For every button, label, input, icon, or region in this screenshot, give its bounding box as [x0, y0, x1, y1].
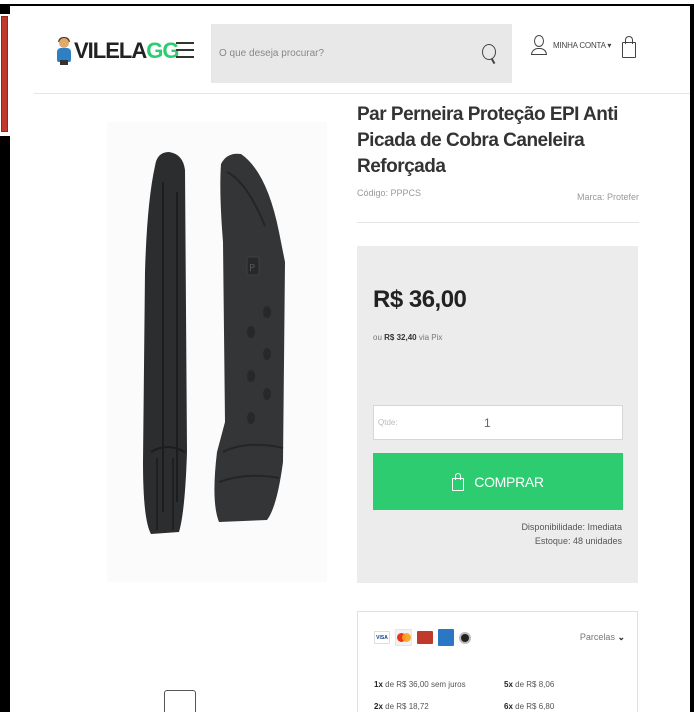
- availability-text: Disponibilidade: Imediata: [521, 522, 622, 532]
- buy-button-label: COMPRAR: [474, 473, 544, 490]
- elo-icon: [459, 631, 471, 644]
- search-input[interactable]: [211, 24, 471, 83]
- header-divider: [34, 93, 690, 94]
- site-header: VILELAGG MINHA CONTA ▾: [10, 6, 690, 92]
- product-image[interactable]: P: [107, 122, 327, 582]
- diners-icon: [417, 631, 433, 644]
- site-logo[interactable]: VILELAGG: [56, 37, 179, 65]
- price-box: R$ 36,00 ou R$ 32,40 via Pix Qtde: COMPR…: [357, 246, 638, 583]
- chevron-down-icon: ⌄: [617, 632, 625, 642]
- shopping-bag-icon[interactable]: [622, 36, 636, 58]
- availability-info: Disponibilidade: Imediata Estoque: 48 un…: [521, 520, 622, 548]
- image-thumbnail[interactable]: [164, 690, 196, 712]
- pix-price: ou R$ 32,40 via Pix: [373, 333, 443, 342]
- installment-row: 5x de R$ 8,06: [504, 680, 555, 689]
- product-meta: Código: PPPCS Marca: Protefer: [357, 188, 639, 206]
- search-bar: [211, 24, 512, 83]
- stock-text: Estoque: 48 unidades: [534, 536, 622, 546]
- product-price: R$ 36,00: [373, 286, 467, 313]
- mastercard-icon: [395, 629, 412, 646]
- visa-icon: VISA: [374, 631, 390, 644]
- hamburger-menu-icon[interactable]: [176, 42, 194, 58]
- page: VILELAGG MINHA CONTA ▾: [10, 6, 690, 712]
- buy-button[interactable]: COMPRAR: [373, 453, 623, 510]
- side-tab-marker: [1, 16, 8, 132]
- payment-box: VISA Parcelas ⌄ 1x de R$ 36,00 sem juros…: [357, 611, 638, 712]
- quantity-input[interactable]: [484, 406, 524, 439]
- installments-toggle[interactable]: Parcelas ⌄: [580, 632, 625, 643]
- logo-text: VILELAGG: [74, 38, 179, 63]
- svg-text:P: P: [249, 263, 255, 274]
- quantity-label: Qtde:: [378, 418, 398, 427]
- side-tab[interactable]: [0, 14, 10, 136]
- product-code: Código: PPPCS: [357, 188, 422, 198]
- meta-divider: [357, 222, 639, 223]
- search-icon[interactable]: [480, 43, 500, 65]
- installment-row: 6x de R$ 6,80: [504, 702, 555, 711]
- quantity-field: Qtde:: [373, 405, 623, 440]
- product-title: Par Perneira Proteção EPI Anti Picada de…: [357, 104, 618, 177]
- user-icon: [531, 34, 547, 56]
- account-menu[interactable]: MINHA CONTA ▾: [531, 34, 611, 56]
- installment-row: 2x de R$ 18,72: [374, 702, 429, 711]
- account-label: MINHA CONTA ▾: [553, 40, 612, 50]
- installment-row: 1x de R$ 36,00 sem juros: [374, 680, 466, 689]
- payment-cards: VISA: [374, 629, 471, 646]
- mascot-icon: [56, 37, 72, 65]
- amex-icon: [438, 629, 454, 646]
- product-brand[interactable]: Marca: Protefer: [577, 192, 639, 202]
- bag-icon: [452, 472, 465, 491]
